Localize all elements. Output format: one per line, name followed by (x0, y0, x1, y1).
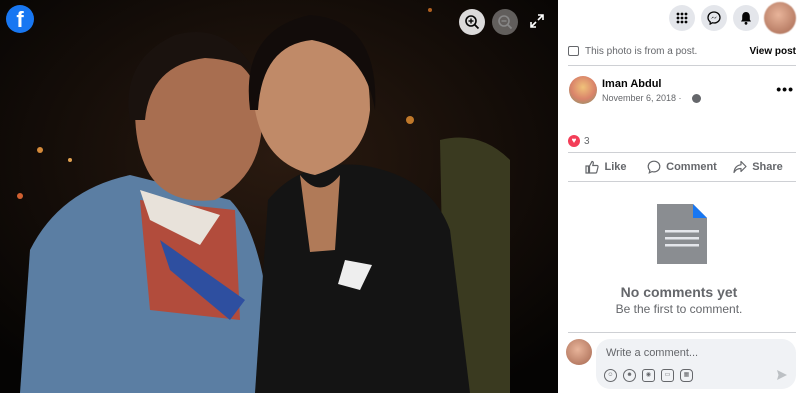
messenger-icon (707, 11, 721, 25)
fullscreen-button[interactable] (528, 12, 546, 30)
camera-icon[interactable]: ◉ (642, 369, 655, 382)
globe-icon (692, 94, 701, 103)
post-actions: Like Comment Share (568, 154, 796, 180)
messenger-button[interactable] (701, 5, 727, 31)
top-bar (558, 0, 800, 36)
account-avatar[interactable] (764, 2, 796, 34)
share-label: Share (752, 161, 783, 173)
zoom-in-button[interactable] (459, 9, 485, 35)
emoji-icon[interactable]: ☻ (623, 369, 636, 382)
facebook-logo[interactable]: f (6, 5, 34, 33)
post-side-panel: This photo is from a post. View post Ima… (558, 0, 800, 393)
menu-grid-icon (676, 12, 688, 24)
document-icon (657, 204, 707, 264)
like-button[interactable]: Like (568, 154, 644, 180)
send-icon[interactable] (776, 369, 788, 381)
zoom-out-button[interactable] (492, 9, 518, 35)
share-button[interactable]: Share (720, 154, 796, 180)
reactions-count: 3 (584, 135, 590, 147)
reactions-summary[interactable]: ♥ 3 (568, 134, 590, 148)
divider (568, 181, 796, 182)
post-photo (0, 0, 558, 393)
expand-icon (530, 14, 544, 28)
post-notice-text: This photo is from a post. (585, 45, 698, 57)
zoom-in-icon (465, 15, 480, 30)
gif-icon[interactable]: ▭ (661, 369, 674, 382)
comment-button[interactable]: Comment (644, 154, 720, 180)
avatar-icon[interactable]: ☺ (604, 369, 617, 382)
view-post-link[interactable]: View post (750, 46, 797, 57)
zoom-out-icon (498, 15, 513, 30)
comment-input[interactable]: Write a comment... ☺ ☻ ◉ ▭ ▦ (596, 339, 796, 389)
divider (568, 65, 796, 66)
composer-tools: ☺ ☻ ◉ ▭ ▦ (604, 369, 693, 382)
menu-button[interactable] (669, 5, 695, 31)
user-avatar[interactable] (566, 339, 592, 365)
post-author: Iman Abdul November 6, 2018 · ••• (568, 75, 796, 107)
comment-label: Comment (666, 161, 717, 173)
post-notice: This photo is from a post. View post (568, 40, 796, 62)
bell-icon (741, 12, 751, 25)
comment-composer: Write a comment... ☺ ☻ ◉ ▭ ▦ (564, 337, 798, 391)
post-date[interactable]: November 6, 2018 · (602, 93, 682, 103)
empty-subtitle: Be the first to comment. (615, 302, 743, 316)
sticker-icon[interactable]: ▦ (680, 369, 693, 382)
comment-icon (647, 160, 661, 174)
heart-icon: ♥ (568, 135, 580, 147)
like-label: Like (604, 161, 627, 173)
divider (568, 152, 796, 153)
notifications-button[interactable] (733, 5, 759, 31)
share-icon (733, 160, 747, 174)
author-avatar[interactable] (569, 76, 597, 104)
author-name[interactable]: Iman Abdul (602, 78, 661, 90)
empty-title: No comments yet (620, 284, 738, 300)
thumbs-up-icon (585, 160, 600, 174)
divider (568, 332, 796, 333)
photo-viewer: f (0, 0, 558, 393)
more-options-button[interactable]: ••• (776, 81, 794, 97)
comment-placeholder: Write a comment... (606, 347, 699, 359)
post-note-icon (568, 46, 579, 56)
